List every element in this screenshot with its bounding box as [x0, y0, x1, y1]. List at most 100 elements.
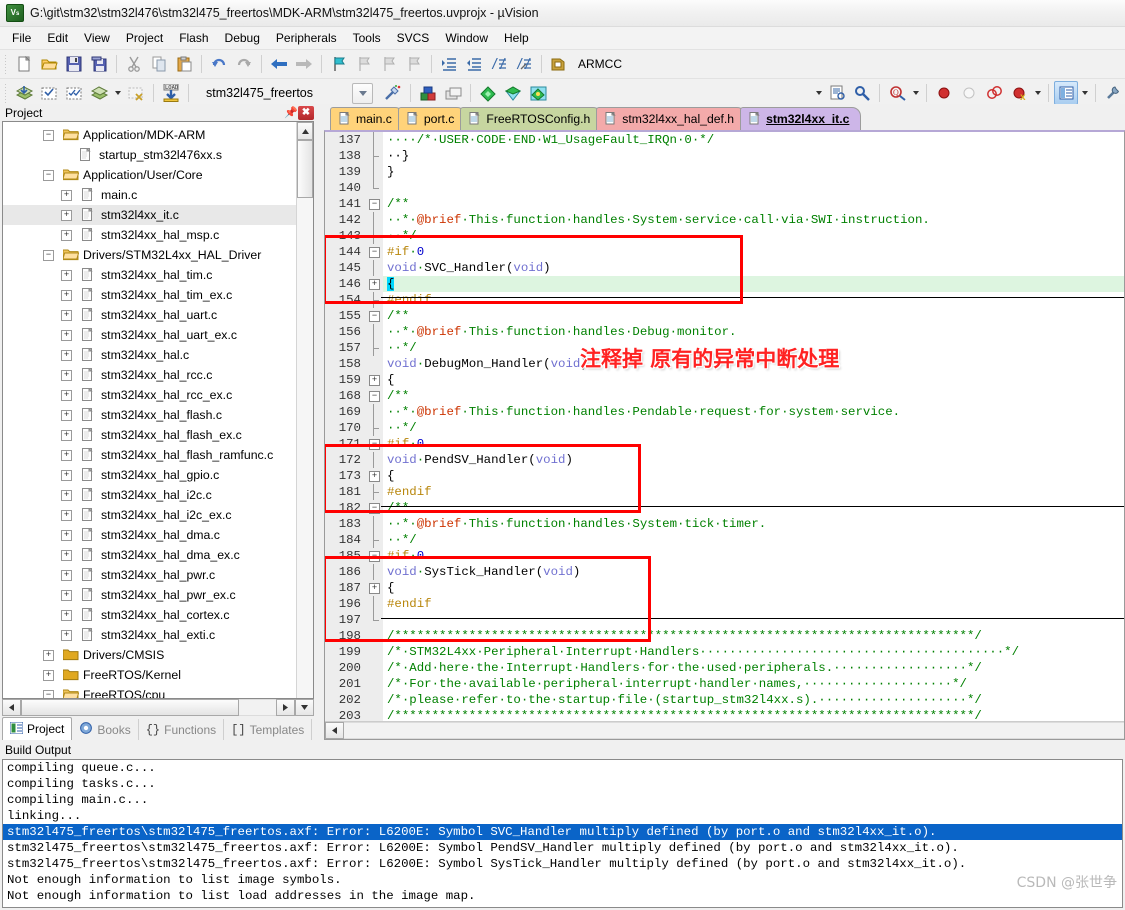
tree-item[interactable]: + stm32l4xx_hal_flash.c — [3, 405, 296, 425]
fold-margin[interactable] — [367, 228, 383, 244]
tree-item[interactable]: + stm32l4xx_hal_i2c.c — [3, 485, 296, 505]
fold-expand-icon[interactable]: + — [369, 471, 380, 482]
fold-margin[interactable] — [367, 148, 383, 164]
code-line[interactable]: 146 + { — [325, 276, 1124, 292]
navigate-back-icon[interactable] — [267, 52, 291, 76]
expander-plus-icon[interactable]: + — [61, 489, 72, 501]
zoom-icon[interactable]: Q — [885, 81, 909, 105]
configure-pack-icon[interactable] — [476, 81, 500, 105]
menu-debug[interactable]: Debug — [217, 29, 268, 47]
expander-plus-icon[interactable]: + — [61, 449, 72, 461]
expander-minus-icon[interactable]: − — [43, 129, 54, 141]
fold-margin[interactable] — [367, 292, 383, 308]
expander-plus-icon[interactable]: + — [61, 309, 72, 321]
cut-icon[interactable] — [122, 52, 146, 76]
expander-plus-icon[interactable]: + — [61, 349, 72, 361]
scroll-left-arrow-icon[interactable] — [325, 722, 344, 739]
fold-collapse-icon[interactable]: − — [369, 503, 380, 514]
fold-margin[interactable] — [367, 324, 383, 340]
fold-margin[interactable] — [367, 660, 383, 676]
fold-margin[interactable] — [367, 612, 383, 628]
build-target-dropdown[interactable] — [112, 82, 123, 104]
build-output-log[interactable]: compiling queue.c... compiling tasks.c...… — [2, 759, 1123, 908]
fold-margin[interactable] — [367, 596, 383, 612]
project-tree[interactable]: − Application/MDK-ARM startup_stm32l476xx.… — [3, 122, 296, 698]
save-all-icon[interactable] — [87, 52, 111, 76]
code-line[interactable]: 169 ··*·@brief·This·function·handles·Pend… — [325, 404, 1124, 420]
code-line[interactable]: 159 + { — [325, 372, 1124, 388]
fold-margin[interactable]: − — [367, 308, 383, 324]
expander-plus-icon[interactable]: + — [61, 189, 72, 201]
menu-view[interactable]: View — [76, 29, 118, 47]
fold-margin[interactable]: − — [367, 500, 383, 516]
close-icon[interactable]: ✖ — [298, 105, 314, 120]
tree-item[interactable]: + Drivers/CMSIS — [3, 645, 296, 665]
build-output-line[interactable]: stm32l475_freertos\stm32l475_freertos.ax… — [3, 840, 1122, 856]
code-line[interactable]: 185− #if·0 — [325, 548, 1124, 564]
tree-item[interactable]: + stm32l4xx_hal_uart_ex.c — [3, 325, 296, 345]
download-icon[interactable]: LOAD — [159, 81, 183, 105]
bookmark-next-icon[interactable] — [377, 52, 401, 76]
code-line[interactable]: 183 ··*·@brief·This·function·handles·Syst… — [325, 516, 1124, 532]
pack-manager-icon[interactable] — [526, 81, 550, 105]
debug-dropdown[interactable] — [813, 82, 824, 104]
tab-templates[interactable]: [] Templates — [224, 719, 313, 740]
tree-item[interactable]: + stm32l4xx_hal_uart.c — [3, 305, 296, 325]
tree-item[interactable]: + stm32l4xx_hal_dma.c — [3, 525, 296, 545]
tree-item[interactable]: + FreeRTOS/Kernel — [3, 665, 296, 685]
breakpoints-dropdown[interactable] — [1032, 82, 1043, 104]
find-in-files-icon[interactable] — [850, 81, 874, 105]
expander-plus-icon[interactable]: + — [61, 369, 72, 381]
navigate-forward-icon[interactable] — [292, 52, 316, 76]
fold-margin[interactable] — [367, 564, 383, 580]
comment-icon[interactable]: // — [487, 52, 511, 76]
tree-item[interactable]: startup_stm32l476xx.s — [3, 145, 296, 165]
fold-margin[interactable] — [367, 356, 383, 372]
hscrollbar-track[interactable] — [239, 699, 276, 716]
project-target-select[interactable]: stm32l475_freertos — [200, 82, 373, 104]
menu-help[interactable]: Help — [496, 29, 537, 47]
code-line[interactable]: 173 + { — [325, 468, 1124, 484]
fold-collapse-icon[interactable]: − — [369, 247, 380, 258]
fold-margin[interactable] — [367, 404, 383, 420]
editor-tab[interactable]: port.c — [397, 107, 467, 130]
build-output-line[interactable]: compiling tasks.c... — [3, 776, 1122, 792]
code-line[interactable]: 143 ··*/ — [325, 228, 1124, 244]
copy-icon[interactable] — [147, 52, 171, 76]
scroll-down-arrow-icon[interactable] — [295, 699, 314, 716]
rebuild-icon[interactable] — [37, 81, 61, 105]
code-line[interactable]: 171− #if·0 — [325, 436, 1124, 452]
build-icon[interactable] — [12, 81, 36, 105]
build-output-line[interactable]: compiling queue.c... — [3, 760, 1122, 776]
menu-project[interactable]: Project — [118, 29, 171, 47]
code-line[interactable]: 145 void·SVC_Handler(void) — [325, 260, 1124, 276]
target-options-icon[interactable] — [547, 52, 571, 76]
project-tree-hscrollbar[interactable] — [2, 699, 314, 716]
editor-tab[interactable]: FreeRTOSConfig.h — [460, 107, 603, 130]
code-line[interactable]: 181 #endif — [325, 484, 1124, 500]
tree-item[interactable]: + stm32l4xx_hal_dma_ex.c — [3, 545, 296, 565]
expander-plus-icon[interactable]: + — [61, 589, 72, 601]
fold-margin[interactable] — [367, 260, 383, 276]
batch-build-icon[interactable] — [62, 81, 86, 105]
bookmark-clear-icon[interactable] — [402, 52, 426, 76]
menu-file[interactable]: File — [4, 29, 39, 47]
code-line[interactable]: 141−/** — [325, 196, 1124, 212]
fold-collapse-icon[interactable]: − — [369, 311, 380, 322]
tree-item[interactable]: + stm32l4xx_hal_pwr_ex.c — [3, 585, 296, 605]
vscrollbar-track[interactable] — [297, 198, 313, 698]
fold-margin[interactable] — [367, 644, 383, 660]
fold-margin[interactable] — [367, 212, 383, 228]
code-line[interactable]: 142 ··*·@brief·This·function·handles·Syst… — [325, 212, 1124, 228]
fold-margin[interactable] — [367, 484, 383, 500]
code-line[interactable]: 201 /*·For·the·available·peripheral·inter… — [325, 676, 1124, 692]
disable-all-breakpoints-icon[interactable]: x — [1007, 81, 1031, 105]
expander-plus-icon[interactable]: + — [43, 649, 54, 661]
fold-margin[interactable]: + — [367, 580, 383, 596]
paste-icon[interactable] — [172, 52, 196, 76]
expander-plus-icon[interactable]: + — [61, 629, 72, 641]
fold-collapse-icon[interactable]: − — [369, 439, 380, 450]
code-line[interactable]: 137 ····/*·USER·CODE·END·W1_UsageFault_IR… — [325, 132, 1124, 148]
hscrollbar-thumb[interactable] — [21, 699, 239, 716]
build-output-line[interactable]: linking... — [3, 808, 1122, 824]
